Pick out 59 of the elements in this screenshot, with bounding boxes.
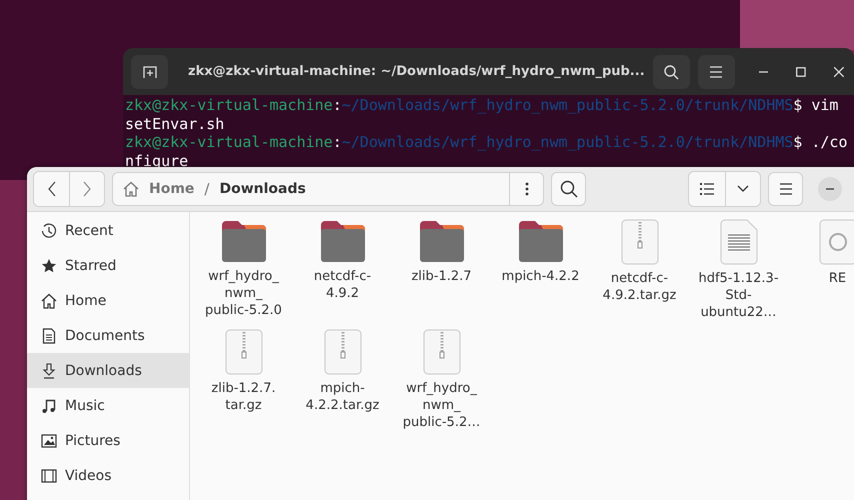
chevron-right-icon xyxy=(83,181,91,197)
terminal-line: zkx@zkx-virtual-machine:~/Downloads/wrf_hydro_nwm_public-5.2.0/trunk/NDHMS$ vim xyxy=(125,96,840,114)
file-name: zlib-1.2.7 xyxy=(411,268,472,285)
folder-icon[interactable] xyxy=(418,219,466,263)
file-name: hdf5-1.12.3- Std- ubuntu22… xyxy=(698,270,779,321)
path-separator: / xyxy=(203,180,210,198)
file-name: netcdf-c- 4.9.2 xyxy=(314,268,372,302)
clock-icon xyxy=(41,222,57,238)
minimize-icon[interactable] xyxy=(758,70,768,72)
menu-button[interactable] xyxy=(698,54,735,88)
more-icon xyxy=(524,182,528,196)
film-icon xyxy=(41,468,57,484)
text-file-icon[interactable] xyxy=(720,219,758,265)
file-name: netcdf-c- 4.9.2.tar.gz xyxy=(602,270,676,304)
terminal-line: setEnvar.sh xyxy=(125,114,226,133)
search-icon xyxy=(560,180,578,198)
breadcrumb[interactable]: Home xyxy=(145,181,198,197)
new-tab-button[interactable] xyxy=(131,54,168,88)
file-name: zlib-1.2.7. tar.gz xyxy=(211,380,276,414)
search-button[interactable] xyxy=(652,54,690,88)
close-icon[interactable] xyxy=(834,66,844,76)
menu-icon xyxy=(709,66,724,78)
window-title: zkx@zkx-virtual-machine: ~/Downloads/wrf_hydro_nwm_pub... xyxy=(188,64,645,79)
search-button[interactable] xyxy=(551,172,586,206)
file-name: mpich-4.2.2 xyxy=(502,268,580,285)
folder-icon[interactable] xyxy=(220,219,268,263)
home-icon xyxy=(41,292,57,308)
document-icon xyxy=(41,328,57,344)
sidebar-item[interactable]: Music xyxy=(27,388,189,423)
download-icon xyxy=(41,362,57,378)
folder-icon[interactable] xyxy=(318,219,366,263)
minimize-icon xyxy=(826,188,834,190)
star-icon xyxy=(41,258,57,274)
menu-icon xyxy=(778,183,792,195)
music-note-icon xyxy=(41,398,57,414)
menu-button[interactable] xyxy=(768,172,803,206)
file-name: wrf_hydro_ nwm_ public-5.2… xyxy=(402,380,480,431)
sidebar-item[interactable]: Documents xyxy=(27,318,189,353)
sidebar-item[interactable]: Downloads xyxy=(27,353,189,388)
picture-icon xyxy=(41,432,57,448)
terminal-line: nfigure xyxy=(125,152,190,170)
home-icon xyxy=(123,181,139,197)
file-name: mpich- 4.2.2.tar.gz xyxy=(306,380,380,414)
breadcrumb[interactable]: Downloads xyxy=(215,181,310,197)
search-icon xyxy=(663,64,680,80)
maximize-icon[interactable] xyxy=(796,66,806,76)
sidebar-item[interactable]: Pictures xyxy=(27,423,189,458)
chevron-left-icon xyxy=(48,181,56,197)
file-name: RE xyxy=(828,270,846,287)
terminal-line: zkx@zkx-virtual-machine:~/Downloads/wrf_hydro_nwm_public-5.2.0/trunk/NDHMS$ ./co xyxy=(125,133,848,152)
new-tab-icon xyxy=(142,64,158,80)
file-name: wrf_hydro_ nwm_ public-5.2.0 xyxy=(205,268,282,319)
caret-icon xyxy=(737,185,749,193)
folder-icon[interactable] xyxy=(516,219,564,263)
sidebar-item[interactable]: Home xyxy=(27,283,189,318)
sidebar-item[interactable]: Recent xyxy=(27,213,189,248)
sidebar-item[interactable]: Videos xyxy=(27,458,189,493)
list-icon xyxy=(700,183,714,195)
sidebar-item[interactable]: Starred xyxy=(27,248,189,283)
